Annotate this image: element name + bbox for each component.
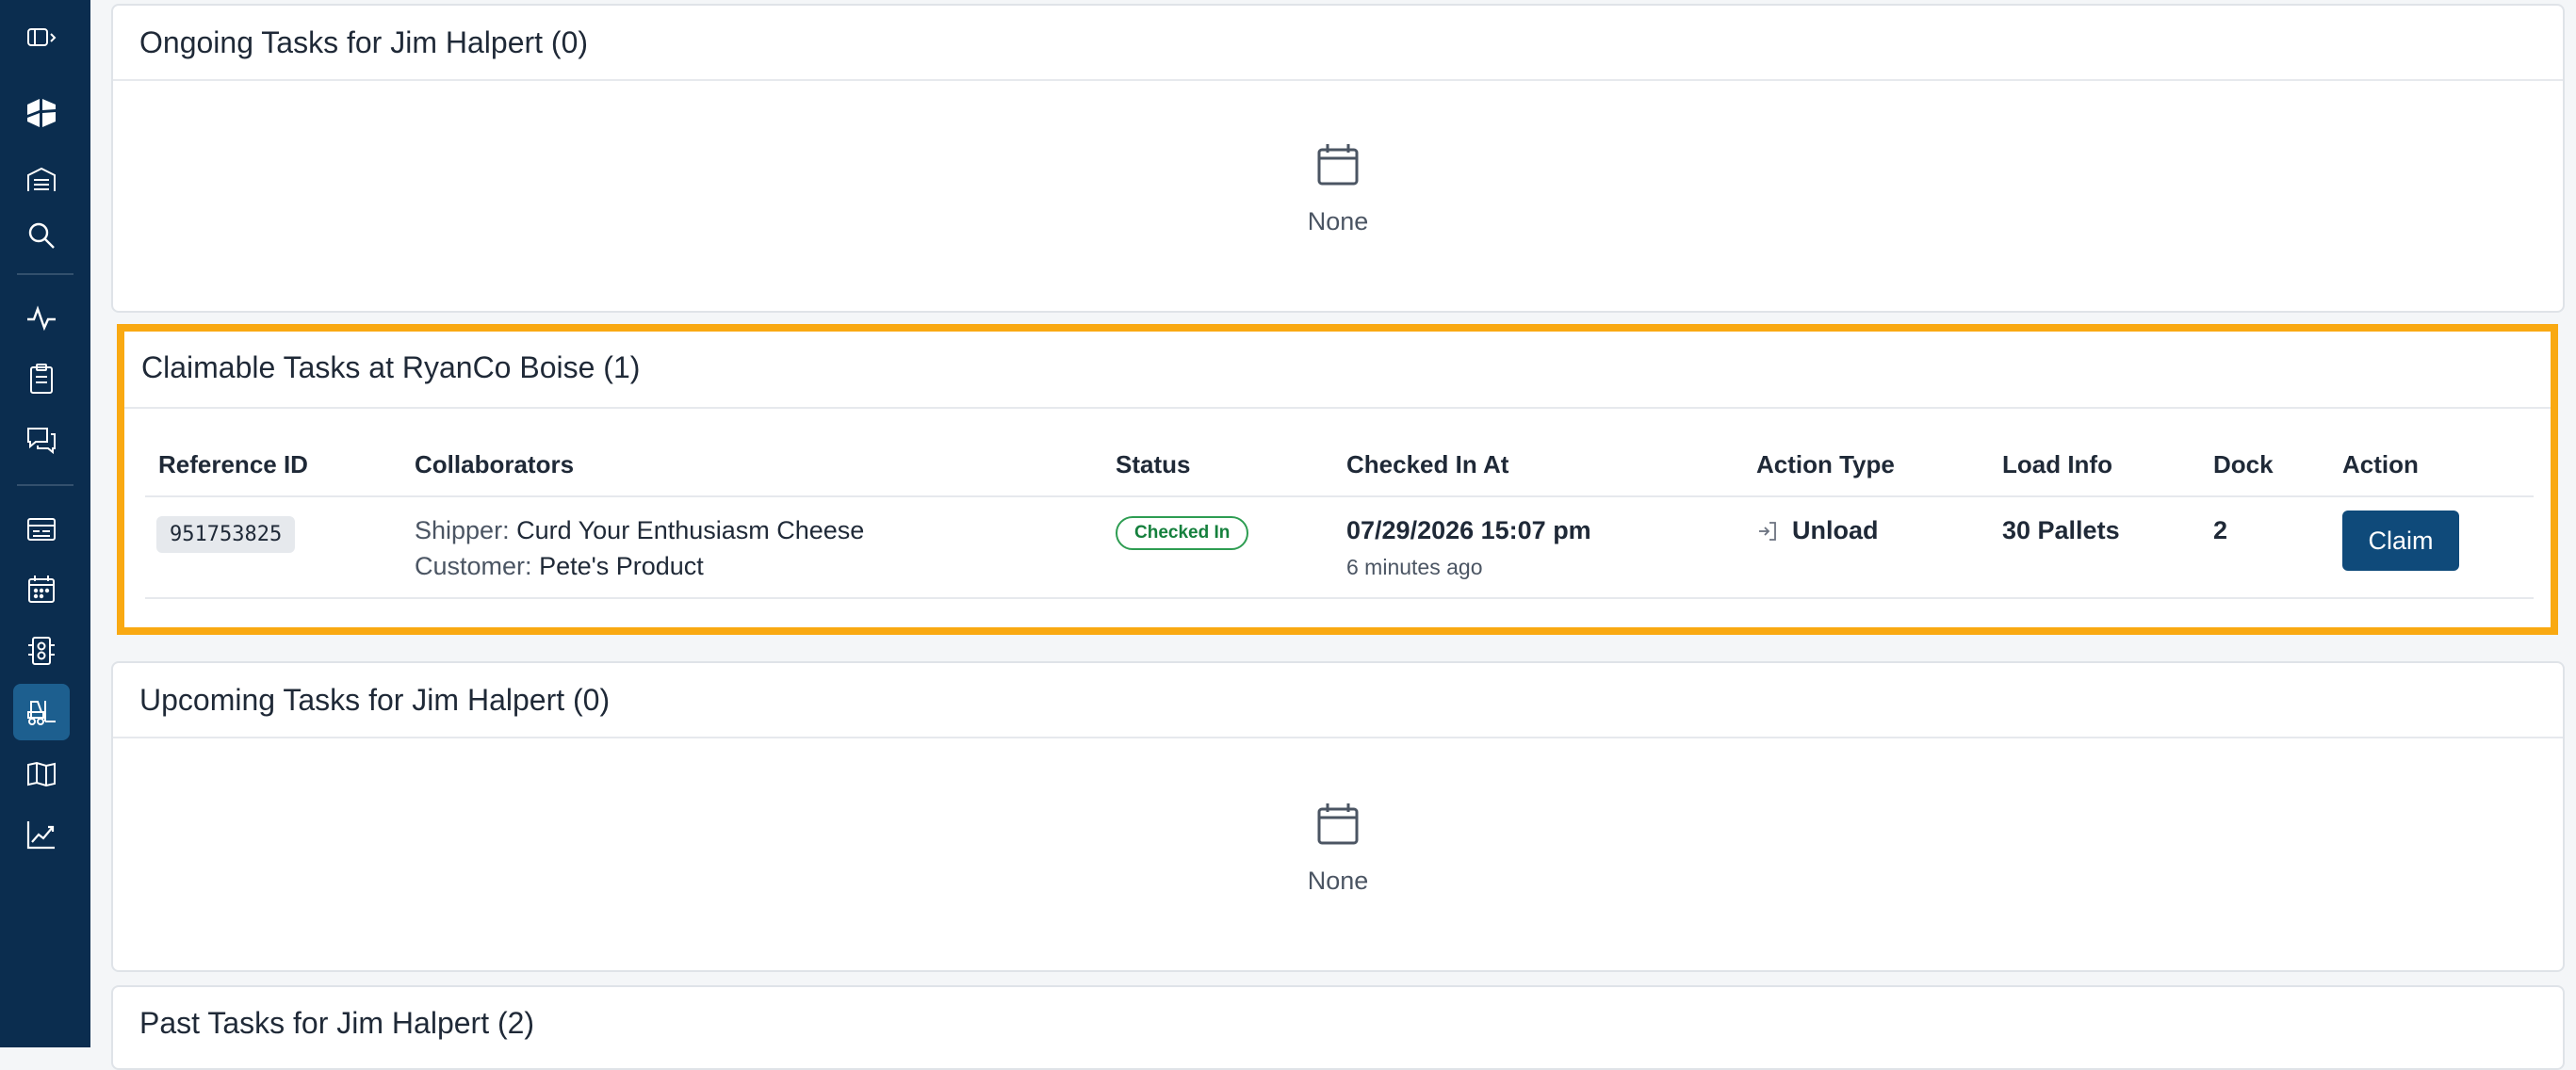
chart-icon[interactable]	[13, 806, 70, 863]
customer-name: Pete's Product	[539, 552, 704, 580]
calendar-icon	[1317, 803, 1359, 845]
ongoing-empty-state: None	[113, 141, 2563, 236]
search-icon[interactable]	[13, 207, 70, 264]
upcoming-tasks-title: Upcoming Tasks for Jim Halpert (0)	[113, 663, 2563, 738]
load-info: 30 Pallets	[2002, 516, 2120, 544]
warehouse-icon[interactable]	[13, 152, 70, 208]
checked-in-relative: 6 minutes ago	[1346, 555, 1483, 579]
logo-icon[interactable]	[13, 85, 70, 141]
table-divider	[145, 495, 2534, 497]
sidebar-divider	[17, 484, 73, 486]
past-tasks-title: Past Tasks for Jim Halpert (2)	[139, 1005, 535, 1040]
calendar-icon[interactable]	[13, 561, 70, 618]
dock-number: 2	[2213, 516, 2228, 544]
claim-button[interactable]: Claim	[2342, 511, 2459, 571]
status-badge: Checked In	[1116, 516, 1249, 550]
unload-icon	[1759, 521, 1776, 541]
dock-icon[interactable]	[13, 623, 70, 679]
clipboard-icon[interactable]	[13, 350, 70, 407]
customer-label: Customer:	[415, 552, 532, 580]
column-header-reference-id: Reference ID	[158, 450, 308, 478]
ongoing-empty-text: None	[1307, 207, 1369, 235]
column-header-checked-in-at: Checked In At	[1346, 450, 1509, 478]
column-header-load-info: Load Info	[2002, 450, 2112, 478]
customer-line: Customer: Pete's Product	[415, 552, 704, 581]
upcoming-empty-text: None	[1307, 867, 1369, 895]
header-divider	[124, 407, 2551, 409]
calendar-icon	[1317, 144, 1359, 186]
map-icon[interactable]	[13, 746, 70, 802]
sidebar-toggle-icon[interactable]	[13, 9, 70, 66]
claimable-tasks-card: Claimable Tasks at RyanCo Boise (1) Refe…	[117, 324, 2558, 635]
action-type-label: Unload	[1792, 516, 1879, 544]
shipper-label: Shipper:	[415, 516, 510, 544]
column-header-collaborators: Collaborators	[415, 450, 575, 478]
column-header-action: Action	[2342, 450, 2419, 478]
sidebar	[0, 0, 90, 1047]
table-divider	[145, 597, 2534, 599]
forklift-icon[interactable]	[13, 684, 70, 740]
chat-icon[interactable]	[13, 413, 70, 469]
activity-icon[interactable]	[13, 290, 70, 347]
sidebar-divider	[17, 273, 73, 275]
upcoming-empty-state: None	[113, 801, 2563, 896]
checked-in-time: 07/29/2026 15:07 pm	[1346, 516, 1591, 544]
column-header-action-type: Action Type	[1756, 450, 1895, 478]
reference-id-badge: 951753825	[156, 516, 296, 553]
shipper-name: Curd Your Enthusiasm Cheese	[516, 516, 865, 544]
column-header-dock: Dock	[2213, 450, 2274, 478]
column-header-status: Status	[1116, 450, 1191, 478]
card-list-icon[interactable]	[13, 501, 70, 558]
ongoing-tasks-card: Ongoing Tasks for Jim Halpert (0) None	[111, 4, 2565, 313]
ongoing-tasks-title: Ongoing Tasks for Jim Halpert (0)	[113, 6, 2563, 81]
claimable-tasks-title: Claimable Tasks at RyanCo Boise (1)	[141, 350, 641, 384]
past-tasks-card: Past Tasks for Jim Halpert (2)	[111, 985, 2565, 1070]
action-type: Unload	[1756, 516, 1879, 545]
upcoming-tasks-card: Upcoming Tasks for Jim Halpert (0) None	[111, 661, 2565, 972]
shipper-line: Shipper: Curd Your Enthusiasm Cheese	[415, 516, 864, 545]
